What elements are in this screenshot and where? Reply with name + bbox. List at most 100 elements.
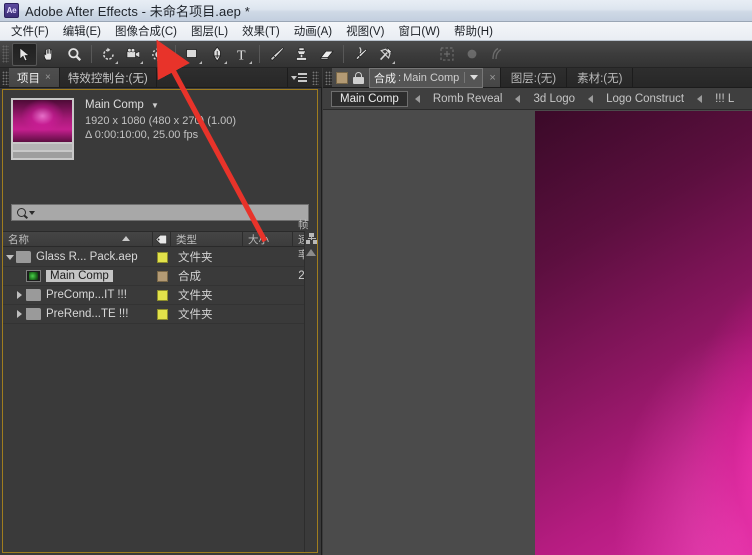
menu-item-file[interactable]: 文件(F) xyxy=(4,22,56,40)
menu-item-view[interactable]: 视图(V) xyxy=(339,22,391,40)
row-type: 文件夹 xyxy=(178,309,213,321)
tab-composition[interactable]: 合成 : Main Comp × xyxy=(332,67,501,88)
search-input[interactable] xyxy=(11,204,309,221)
column-header-name-label: 名称 xyxy=(8,233,29,246)
disclosure-triangle-down-icon[interactable] xyxy=(3,254,16,260)
text-tool[interactable]: T xyxy=(230,43,255,66)
roto-brush-tool[interactable] xyxy=(348,43,373,66)
shape-tool[interactable] xyxy=(180,43,205,66)
tab-footage[interactable]: 素材:(无) xyxy=(567,68,634,87)
project-flowchart-icon[interactable] xyxy=(305,233,317,244)
row-type: 文件夹 xyxy=(178,290,213,302)
tool-options-corner xyxy=(199,60,202,64)
preview-comp-name-row[interactable]: Main Comp ▼ xyxy=(85,99,236,111)
chevron-down-icon[interactable]: ▼ xyxy=(151,101,159,110)
label-color-swatch[interactable] xyxy=(157,308,168,320)
menubar: 文件(F) 编辑(E) 图像合成(C) 图层(L) 效果(T) 动画(A) 视图… xyxy=(0,22,752,41)
tab-effect-controls-label: 特效控制台:(无) xyxy=(67,72,148,85)
disclosure-triangle-right-icon[interactable] xyxy=(13,291,26,299)
breadcrumb-item-3d-logo[interactable]: 3d Logo xyxy=(527,92,581,106)
selection-tool[interactable] xyxy=(12,42,37,66)
project-panel-rail xyxy=(304,231,317,552)
tool-options-corner xyxy=(392,60,395,64)
table-row[interactable]: PreComp...IT !!! 文件夹 xyxy=(3,286,317,305)
row-type: 文件夹 xyxy=(178,252,213,264)
preview-comp-name: Main Comp xyxy=(85,99,144,111)
column-header-type[interactable]: 类型 xyxy=(171,232,243,246)
table-row[interactable]: Main Comp 合成 25 xyxy=(3,267,317,286)
menu-item-help[interactable]: 帮助(H) xyxy=(447,22,500,40)
ae-logo-icon: Ae xyxy=(4,3,19,18)
table-row[interactable]: Glass R... Pack.aep 文件夹 xyxy=(3,248,317,267)
comp-tab-chip[interactable]: 合成 : Main Comp xyxy=(369,67,484,88)
menu-item-edit[interactable]: 编辑(E) xyxy=(56,22,108,40)
menu-item-animation[interactable]: 动画(A) xyxy=(287,22,339,40)
hand-tool[interactable] xyxy=(37,43,62,66)
toolbar-separator-4 xyxy=(343,45,344,63)
gray-dot-icon xyxy=(459,43,484,66)
eraser-tool[interactable] xyxy=(314,43,339,66)
tab-project-label: 项目 xyxy=(17,72,40,85)
project-panel-drag-grip[interactable] xyxy=(312,70,319,85)
thumbnail-bar-upper xyxy=(13,144,72,151)
menu-item-composition[interactable]: 图像合成(C) xyxy=(108,22,184,40)
row-name: PreComp...IT !!! xyxy=(46,289,127,301)
chevron-down-icon[interactable] xyxy=(470,75,479,80)
tab-layer[interactable]: 图层:(无) xyxy=(501,68,568,87)
comp-tab-grip[interactable] xyxy=(325,70,332,85)
label-color-swatch[interactable] xyxy=(157,270,168,282)
breadcrumb-arrow-icon xyxy=(414,94,420,103)
menu-item-effect[interactable]: 效果(T) xyxy=(235,22,287,40)
chip-separator xyxy=(464,72,466,83)
comp-thumbnail[interactable] xyxy=(11,98,74,160)
preview-dimensions: 1920 x 1080 (480 x 270) (1.00) xyxy=(85,115,237,127)
breadcrumb-item-logo-construct[interactable]: Logo Construct xyxy=(600,92,690,106)
pen-tool[interactable] xyxy=(205,43,230,66)
table-row[interactable]: PreRend...TE !!! 文件夹 xyxy=(3,305,317,324)
project-panel: 项目 × 特效控制台:(无) Main Comp ▼ 1920 x 1080 (… xyxy=(0,68,322,555)
project-panel-tabbar: 项目 × 特效控制台:(无) xyxy=(0,68,322,88)
close-icon[interactable]: × xyxy=(45,72,51,83)
brush-tool[interactable] xyxy=(264,43,289,66)
breadcrumb-item-truncated[interactable]: !!! L xyxy=(709,92,740,106)
panel-menu-icon[interactable] xyxy=(288,68,310,87)
tool-options-corner xyxy=(140,60,143,64)
toolbar-grip[interactable] xyxy=(2,45,9,63)
chevron-down-icon[interactable] xyxy=(29,210,35,215)
menu-item-layer[interactable]: 图层(L) xyxy=(184,22,235,40)
rotation-tool[interactable] xyxy=(96,43,121,66)
puppet-pin-tool[interactable] xyxy=(373,43,398,66)
composition-canvas[interactable] xyxy=(535,111,752,555)
lock-icon[interactable] xyxy=(353,71,364,84)
composition-viewer[interactable] xyxy=(323,111,752,555)
row-name-cell: Main Comp xyxy=(3,270,153,282)
row-name-cell: PreRend...TE !!! xyxy=(3,308,153,320)
tab-project[interactable]: 项目 × xyxy=(9,68,60,87)
clone-stamp-tool[interactable] xyxy=(289,43,314,66)
disclosure-triangle-right-icon[interactable] xyxy=(13,310,26,318)
scroll-up-icon[interactable] xyxy=(306,249,316,256)
breadcrumb-arrow-icon xyxy=(697,94,703,103)
pan-behind-tool[interactable] xyxy=(146,43,171,66)
close-icon[interactable]: × xyxy=(489,72,495,84)
project-preview-meta: Main Comp ▼ 1920 x 1080 (480 x 270) (1.0… xyxy=(74,98,236,190)
breadcrumb-item-romb-reveal[interactable]: Romb Reveal xyxy=(427,92,509,106)
window-titlebar: Ae Adobe After Effects - 未命名项目.aep * xyxy=(0,0,752,22)
composition-tabbar: 合成 : Main Comp × 图层:(无) 素材:(无) xyxy=(323,67,752,88)
comp-tab-label-en: Main Comp xyxy=(403,71,460,84)
label-color-swatch[interactable] xyxy=(157,251,168,263)
tab-effect-controls[interactable]: 特效控制台:(无) xyxy=(60,68,157,87)
folder-icon xyxy=(16,251,31,263)
column-header-name[interactable]: 名称 xyxy=(3,232,153,246)
tool-options-corner xyxy=(115,60,118,64)
menu-item-window[interactable]: 窗口(W) xyxy=(391,22,447,40)
column-header-label-tag[interactable] xyxy=(153,232,171,246)
label-color-swatch[interactable] xyxy=(157,289,168,301)
zoom-tool[interactable] xyxy=(62,43,87,66)
composition-panel: 合成 : Main Comp × 图层:(无) 素材:(无) Main Comp… xyxy=(323,67,752,555)
project-tab-grip[interactable] xyxy=(2,70,9,85)
breadcrumb-item-main-comp[interactable]: Main Comp xyxy=(331,90,408,107)
camera-tool[interactable] xyxy=(121,43,146,66)
breadcrumb-arrow-icon xyxy=(588,94,594,103)
column-header-size[interactable]: 大小 xyxy=(243,232,293,246)
